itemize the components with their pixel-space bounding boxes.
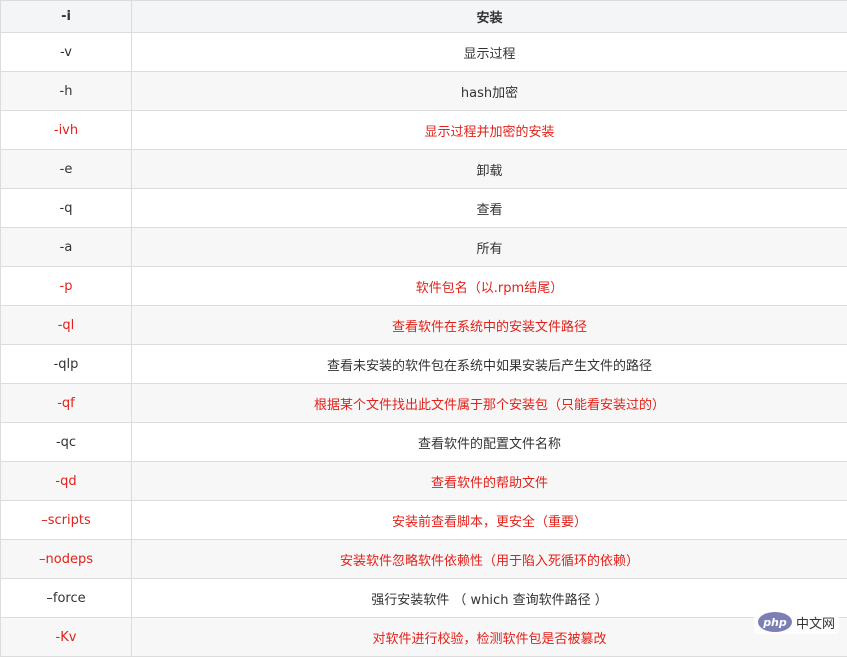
option-cell: -h [1,72,132,111]
watermark-text: 中文网 [796,613,835,632]
table-row: -v显示过程 [1,33,847,72]
option-cell: -v [1,33,132,72]
table-row: -ql查看软件在系统中的安装文件路径 [1,306,847,345]
option-cell: -ql [1,306,132,345]
option-cell: -qf [1,384,132,423]
table-row: -qlp查看未安装的软件包在系统中如果安装后产生文件的路径 [1,345,847,384]
description-cell: 安装软件忽略软件依赖性（用于陷入死循环的依赖） [132,540,847,579]
option-cell: -qc [1,423,132,462]
php-cn-watermark: php 中文网 [754,610,839,634]
option-cell: -qd [1,462,132,501]
table-row: –force强行安装软件 （ which 查询软件路径 ） [1,579,847,618]
table-row: -q查看 [1,189,847,228]
header-option: -i [1,1,132,33]
table-row: -ivh显示过程并加密的安装 [1,111,847,150]
description-cell: 安装前查看脚本，更安全（重要） [132,501,847,540]
option-cell: –scripts [1,501,132,540]
description-cell: 对软件进行校验，检测软件包是否被篡改 [132,618,847,657]
option-cell: -a [1,228,132,267]
table-body: -v显示过程-hhash加密-ivh显示过程并加密的安装-e卸载-q查看-a所有… [1,33,847,657]
option-cell: -Kv [1,618,132,657]
table-row: -qf根据某个文件找出此文件属于那个安装包（只能看安装过的） [1,384,847,423]
option-cell: –nodeps [1,540,132,579]
option-cell: -ivh [1,111,132,150]
description-cell: 卸载 [132,150,847,189]
table-row: -p软件包名（以.rpm结尾） [1,267,847,306]
description-cell: 显示过程并加密的安装 [132,111,847,150]
table-row: -e卸载 [1,150,847,189]
option-cell: -qlp [1,345,132,384]
table-row: -hhash加密 [1,72,847,111]
description-cell: 根据某个文件找出此文件属于那个安装包（只能看安装过的） [132,384,847,423]
php-logo-icon: php [758,612,792,632]
description-cell: 显示过程 [132,33,847,72]
rpm-options-table: -i 安装 -v显示过程-hhash加密-ivh显示过程并加密的安装-e卸载-q… [0,0,847,657]
option-cell: -q [1,189,132,228]
description-cell: 查看软件在系统中的安装文件路径 [132,306,847,345]
description-cell: 查看 [132,189,847,228]
option-cell: -p [1,267,132,306]
table-row: -Kv对软件进行校验，检测软件包是否被篡改 [1,618,847,657]
table-row: -a所有 [1,228,847,267]
description-cell: 软件包名（以.rpm结尾） [132,267,847,306]
description-cell: 查看未安装的软件包在系统中如果安装后产生文件的路径 [132,345,847,384]
description-cell: 查看软件的配置文件名称 [132,423,847,462]
header-description: 安装 [132,1,847,33]
option-cell: -e [1,150,132,189]
description-cell: 强行安装软件 （ which 查询软件路径 ） [132,579,847,618]
table-row: -qc查看软件的配置文件名称 [1,423,847,462]
description-cell: 所有 [132,228,847,267]
table-row: -qd查看软件的帮助文件 [1,462,847,501]
description-cell: hash加密 [132,72,847,111]
option-cell: –force [1,579,132,618]
table-header-row: -i 安装 [1,1,847,33]
description-cell: 查看软件的帮助文件 [132,462,847,501]
table-row: –nodeps安装软件忽略软件依赖性（用于陷入死循环的依赖） [1,540,847,579]
table-row: –scripts安装前查看脚本，更安全（重要） [1,501,847,540]
